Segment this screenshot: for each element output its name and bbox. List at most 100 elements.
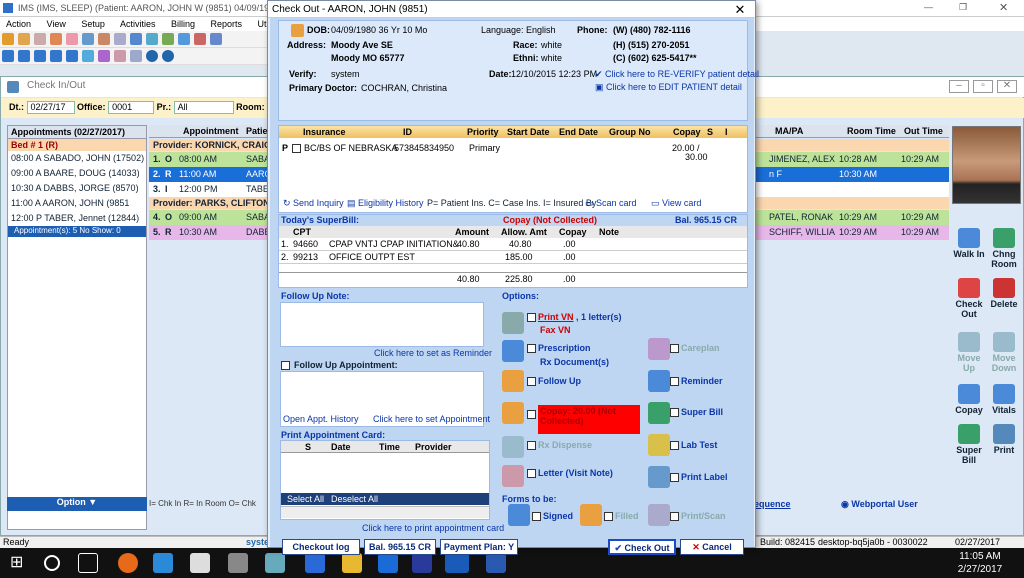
toolbar-icon[interactable] xyxy=(130,50,142,62)
next-record-icon[interactable] xyxy=(34,50,46,62)
menu-activities[interactable]: Activities xyxy=(120,19,156,29)
toolbar-icon[interactable] xyxy=(194,33,206,45)
date-input[interactable]: 02/27/17 xyxy=(26,101,75,114)
office-select[interactable]: 0001 xyxy=(108,101,155,114)
maximize-icon[interactable]: ▫ xyxy=(973,80,993,93)
copay-button[interactable]: Copay xyxy=(952,384,986,415)
close-icon[interactable]: ✕ xyxy=(997,80,1017,93)
clock-date[interactable]: 2/27/2017 xyxy=(945,564,1015,575)
toolbar-icon[interactable] xyxy=(82,33,94,45)
table-row[interactable]: 1. 94660 CPAP VNTJ CPAP INITIATION& 40.8… xyxy=(279,238,747,251)
last-record-icon[interactable] xyxy=(50,50,62,62)
print-scan-option[interactable]: Print/Scan xyxy=(670,511,726,522)
toolbar-icon[interactable] xyxy=(130,33,142,45)
insurance-checkbox[interactable] xyxy=(292,144,301,153)
fax-vn-option[interactable]: Fax VN xyxy=(540,325,571,335)
delete-button[interactable]: Delete xyxy=(987,278,1021,309)
reminder-option[interactable]: Reminder xyxy=(670,376,723,387)
balance-button[interactable]: Bal. 965.15 CR xyxy=(364,539,436,555)
col-mapa[interactable]: MA/PA xyxy=(775,126,803,136)
walk-in-button[interactable]: Walk In xyxy=(952,228,986,259)
toolbar-icon[interactable] xyxy=(50,33,62,45)
first-record-icon[interactable] xyxy=(2,50,14,62)
list-item[interactable]: 08:00 A SABADO, JOHN (17502) xyxy=(8,151,146,166)
toolbar-icon[interactable] xyxy=(114,33,126,45)
eligibility-history-link[interactable]: ▤ Eligibility History xyxy=(347,198,424,209)
menu-view[interactable]: View xyxy=(47,19,66,29)
open-appt-history-link[interactable]: Open Appt. History xyxy=(283,414,359,424)
ie-icon[interactable] xyxy=(153,553,173,573)
col-out-time[interactable]: Out Time xyxy=(904,126,943,136)
menu-billing[interactable]: Billing xyxy=(171,19,195,29)
task-view-icon[interactable] xyxy=(78,553,98,573)
super-bill-option[interactable]: Super Bill xyxy=(670,407,723,418)
reverify-link[interactable]: ✔ Click here to RE-VERIFY patient detail xyxy=(595,69,759,80)
move-up-button[interactable]: Move Up xyxy=(952,332,986,373)
print-label-option[interactable]: Print Label xyxy=(670,472,728,483)
table-row[interactable]: 2. 99213 OFFICE OUTPT EST 185.00 .00 xyxy=(279,251,747,264)
vitals-button[interactable]: Vitals xyxy=(987,384,1021,415)
toolbar-icon[interactable] xyxy=(98,50,110,62)
horizontal-scrollbar[interactable] xyxy=(281,506,489,518)
toolbar-icon[interactable] xyxy=(98,33,110,45)
scan-card-link[interactable]: ▭ Scan card xyxy=(585,198,637,209)
send-inquiry-link[interactable]: ↻ Send Inquiry xyxy=(283,198,344,209)
list-item[interactable]: 10:30 A DABBS, JORGE (8570) xyxy=(8,181,146,196)
print-appt-card-link[interactable]: Click here to print appointment card xyxy=(362,523,504,533)
checkout-log-button[interactable]: Checkout log xyxy=(282,539,360,555)
copay-option[interactable] xyxy=(527,409,538,420)
deselect-all-button[interactable]: Deselect All xyxy=(331,494,378,504)
super-bill-button[interactable]: Super Bill xyxy=(952,424,986,465)
provider-select[interactable]: All xyxy=(173,101,234,114)
check-out-button[interactable]: ✔ Check Out xyxy=(608,539,676,555)
letter-option[interactable]: Letter (Visit Note) xyxy=(527,468,617,479)
payment-plan-button[interactable]: Payment Plan: Y xyxy=(440,539,518,555)
menu-setup[interactable]: Setup xyxy=(81,19,105,29)
edit-patient-link[interactable]: ▣ Click here to EDIT PATIENT detail xyxy=(595,82,742,93)
restore-icon[interactable]: ❐ xyxy=(959,2,967,13)
menu-action[interactable]: Action xyxy=(6,19,31,29)
select-all-button[interactable]: Select All xyxy=(287,494,324,504)
move-down-button[interactable]: Move Down xyxy=(987,332,1021,373)
toolbar-icon[interactable] xyxy=(114,50,126,62)
change-room-button[interactable]: Chng Room xyxy=(987,228,1021,269)
col-appointment[interactable]: Appointment xyxy=(183,126,239,136)
careplan-option[interactable]: Careplan xyxy=(670,343,720,354)
filled-option[interactable]: Filled xyxy=(604,511,639,522)
toolbar-icon[interactable] xyxy=(18,33,30,45)
store-icon[interactable] xyxy=(190,553,210,573)
toolbar-icon[interactable] xyxy=(210,33,222,45)
minimize-icon[interactable]: — xyxy=(924,2,933,12)
col-room-time[interactable]: Room Time xyxy=(847,126,896,136)
signed-option[interactable]: Signed xyxy=(532,511,573,522)
exit-icon[interactable] xyxy=(162,50,174,62)
view-card-link[interactable]: ▭ View card xyxy=(651,198,701,209)
print-vn-option[interactable]: Print VN , 1 letter(s) xyxy=(527,312,622,323)
help-icon[interactable] xyxy=(146,50,158,62)
print-button[interactable]: Print xyxy=(987,424,1021,455)
minimize-icon[interactable]: – xyxy=(949,80,969,93)
col-patient[interactable]: Patie xyxy=(246,126,268,136)
close-icon[interactable]: ✕ xyxy=(725,1,755,18)
prescription-option[interactable]: Prescription xyxy=(527,343,591,354)
toolbar-icon[interactable] xyxy=(178,33,190,45)
cancel-button[interactable]: ✕ Cancel xyxy=(680,539,744,555)
menu-reports[interactable]: Reports xyxy=(211,19,243,29)
clock-time[interactable]: 11:05 AM xyxy=(945,551,1015,562)
close-icon[interactable]: ✕ xyxy=(999,1,1008,14)
set-reminder-link[interactable]: Click here to set as Reminder xyxy=(374,348,492,358)
check-out-button[interactable]: Check Out xyxy=(952,278,986,319)
follow-up-appointment-checkbox[interactable] xyxy=(281,361,290,370)
rx-documents-option[interactable]: Rx Document(s) xyxy=(540,357,609,367)
search-icon[interactable] xyxy=(44,555,60,571)
follow-up-option[interactable]: Follow Up xyxy=(527,376,581,387)
lab-test-option[interactable]: Lab Test xyxy=(670,440,717,451)
toolbar-icon[interactable] xyxy=(34,33,46,45)
follow-up-note-input[interactable] xyxy=(280,302,484,347)
toolbar-icon[interactable] xyxy=(2,33,14,45)
toolbar-icon[interactable] xyxy=(66,33,78,45)
toolbar-icon[interactable] xyxy=(162,33,174,45)
webportal-link[interactable]: ◉ Webportal User xyxy=(841,499,918,510)
windows-start-icon[interactable]: ⊞ xyxy=(10,553,30,573)
calculator-icon[interactable] xyxy=(228,553,248,573)
